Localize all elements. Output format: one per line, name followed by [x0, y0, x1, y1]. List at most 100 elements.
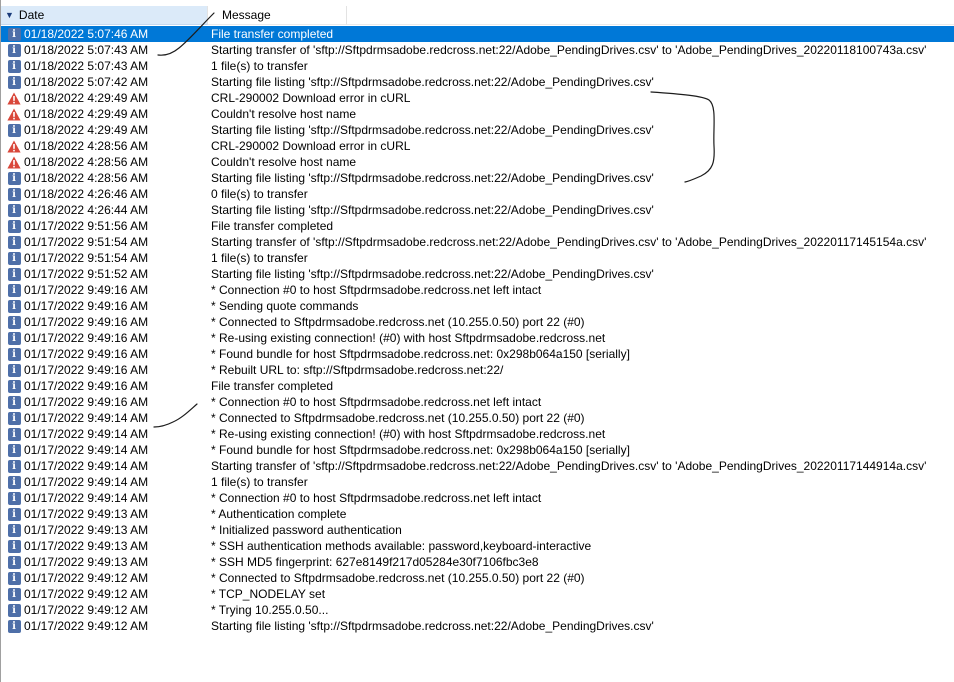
log-message: File transfer completed	[211, 219, 334, 233]
log-row[interactable]: i 01/18/2022 5:07:42 AM Starting file list…	[1, 74, 954, 90]
log-row[interactable]: i 01/17/2022 9:51:52 AM Starting file list…	[1, 266, 954, 282]
log-row[interactable]: i 01/18/2022 5:07:43 AM Starting transfer …	[1, 42, 954, 58]
log-row[interactable]: i 01/17/2022 9:49:14 AM * Connected to Sft…	[1, 410, 954, 426]
log-date: 01/18/2022 5:07:43 AM	[24, 43, 149, 57]
info-icon: i	[7, 571, 21, 585]
log-row[interactable]: i 01/18/2022 4:28:56 AM Starting file list…	[1, 170, 954, 186]
info-icon: i	[7, 331, 21, 345]
log-message: * Connection #0 to host Sftpdrmsadobe.re…	[211, 283, 542, 297]
log-row[interactable]: i 01/17/2022 9:49:14 AM Starting transfer …	[1, 458, 954, 474]
log-date: 01/18/2022 5:07:42 AM	[24, 75, 149, 89]
info-icon: i	[7, 315, 21, 329]
log-message: Starting file listing 'sftp://Sftpdrmsad…	[211, 171, 654, 185]
log-message: Starting transfer of 'sftp://Sftpdrmsado…	[211, 459, 927, 473]
log-date: 01/17/2022 9:49:13 AM	[24, 523, 149, 537]
info-icon: i	[7, 507, 21, 521]
warning-icon	[7, 107, 21, 121]
log-message: * Initialized password authentication	[211, 523, 402, 537]
date-column-label: Date	[18, 8, 45, 22]
info-icon: i	[7, 427, 21, 441]
log-row[interactable]: i 01/17/2022 9:49:14 AM * Found bundle for…	[1, 442, 954, 458]
column-header-row: ▼ Date Message	[1, 6, 954, 25]
log-viewer: ▼ Date Message i 01/18/2022 5:07:46 AM Fil…	[0, 0, 954, 682]
log-row[interactable]: i 01/17/2022 9:49:16 AM * Connection #0 to…	[1, 394, 954, 410]
log-message: 0 file(s) to transfer	[211, 187, 308, 201]
log-row[interactable]: i 01/17/2022 9:49:16 AM File transfer comp…	[1, 378, 954, 394]
log-message: Starting transfer of 'sftp://Sftpdrmsado…	[211, 43, 927, 57]
log-date: 01/17/2022 9:49:12 AM	[24, 587, 149, 601]
log-date: 01/18/2022 4:29:49 AM	[24, 123, 149, 137]
log-message: 1 file(s) to transfer	[211, 475, 308, 489]
log-message: Starting file listing 'sftp://Sftpdrmsad…	[211, 619, 654, 633]
log-row[interactable]: i 01/17/2022 9:49:16 AM * Sending quote co…	[1, 298, 954, 314]
log-message: * SSH MD5 fingerprint: 627e8149f217d0528…	[211, 555, 539, 569]
log-date: 01/18/2022 4:28:56 AM	[24, 171, 149, 185]
log-date: 01/17/2022 9:51:54 AM	[24, 251, 149, 265]
log-message: * Re-using existing connection! (#0) wit…	[211, 427, 606, 441]
log-row[interactable]: i 01/17/2022 9:51:56 AM File transfer comp…	[1, 218, 954, 234]
info-icon: i	[7, 395, 21, 409]
log-date: 01/17/2022 9:49:14 AM	[24, 459, 149, 473]
info-icon: i	[7, 555, 21, 569]
log-row[interactable]: i 01/17/2022 9:49:13 AM * Initialized pass…	[1, 522, 954, 538]
log-row[interactable]: i 01/17/2022 9:49:16 AM * Found bundle for…	[1, 346, 954, 362]
log-row[interactable]: i 01/18/2022 4:29:49 AM Starting file list…	[1, 122, 954, 138]
date-column-header[interactable]: ▼ Date	[1, 6, 208, 25]
message-column-label: Message	[222, 8, 271, 22]
log-row[interactable]: i 01/17/2022 9:49:16 AM * Re-using existin…	[1, 330, 954, 346]
info-icon: i	[7, 347, 21, 361]
info-icon: i	[7, 443, 21, 457]
log-date: 01/18/2022 4:29:49 AM	[24, 91, 149, 105]
info-icon: i	[7, 123, 21, 137]
log-row[interactable]: i 01/17/2022 9:49:13 AM * SSH MD5 fingerpr…	[1, 554, 954, 570]
log-row[interactable]: i 01/17/2022 9:49:13 AM * Authentication c…	[1, 506, 954, 522]
log-row[interactable]: i 01/17/2022 9:49:16 AM * Rebuilt URL to: …	[1, 362, 954, 378]
log-message: * Sending quote commands	[211, 299, 359, 313]
log-row[interactable]: i 01/17/2022 9:49:12 AM * Trying 10.255.0.…	[1, 602, 954, 618]
log-message: * SSH authentication methods available: …	[211, 539, 592, 553]
log-message: Starting file listing 'sftp://Sftpdrmsad…	[211, 267, 654, 281]
log-row[interactable]: i 01/18/2022 5:07:46 AM File transfer comp…	[1, 26, 954, 42]
log-row[interactable]: i 01/17/2022 9:51:54 AM Starting transfer …	[1, 234, 954, 250]
log-row[interactable]: i 01/17/2022 9:49:12 AM * Connected to Sft…	[1, 570, 954, 586]
log-row[interactable]: i 01/17/2022 9:49:12 AM * TCP_NODELAY set	[1, 586, 954, 602]
warning-icon	[7, 91, 21, 105]
info-icon: i	[7, 27, 21, 41]
log-row[interactable]: i 01/18/2022 4:26:46 AM 0 file(s) to trans…	[1, 186, 954, 202]
info-icon: i	[7, 235, 21, 249]
log-row[interactable]: 01/18/2022 4:28:56 AM Couldn't resolve ho…	[1, 154, 954, 170]
log-row[interactable]: i 01/17/2022 9:49:14 AM * Re-using existin…	[1, 426, 954, 442]
log-message: * Connected to Sftpdrmsadobe.redcross.ne…	[211, 315, 585, 329]
log-row[interactable]: i 01/17/2022 9:51:54 AM 1 file(s) to trans…	[1, 250, 954, 266]
message-column-header[interactable]: Message	[208, 6, 347, 25]
log-row[interactable]: i 01/17/2022 9:49:12 AM Starting file list…	[1, 618, 954, 634]
log-row[interactable]: i 01/17/2022 9:49:14 AM 1 file(s) to trans…	[1, 474, 954, 490]
log-message: 1 file(s) to transfer	[211, 59, 308, 73]
log-date: 01/17/2022 9:49:12 AM	[24, 603, 149, 617]
log-entries-list: i 01/18/2022 5:07:46 AM File transfer comp…	[1, 26, 954, 634]
log-row[interactable]: i 01/17/2022 9:49:14 AM * Connection #0 to…	[1, 490, 954, 506]
log-row[interactable]: i 01/18/2022 5:07:43 AM 1 file(s) to trans…	[1, 58, 954, 74]
log-row[interactable]: 01/18/2022 4:29:49 AM Couldn't resolve ho…	[1, 106, 954, 122]
log-row[interactable]: i 01/18/2022 4:26:44 AM Starting file list…	[1, 202, 954, 218]
info-icon: i	[7, 491, 21, 505]
log-date: 01/17/2022 9:51:52 AM	[24, 267, 149, 281]
log-message: CRL-290002 Download error in cURL	[211, 91, 411, 105]
info-icon: i	[7, 475, 21, 489]
log-message: Starting file listing 'sftp://Sftpdrmsad…	[211, 203, 654, 217]
log-date: 01/18/2022 4:26:46 AM	[24, 187, 149, 201]
log-date: 01/18/2022 5:07:46 AM	[24, 27, 149, 41]
log-row[interactable]: i 01/17/2022 9:49:16 AM * Connected to Sft…	[1, 314, 954, 330]
log-date: 01/17/2022 9:49:16 AM	[24, 363, 149, 377]
log-date: 01/17/2022 9:49:14 AM	[24, 443, 149, 457]
info-icon: i	[7, 539, 21, 553]
info-icon: i	[7, 603, 21, 617]
log-date: 01/17/2022 9:49:16 AM	[24, 315, 149, 329]
warning-icon	[7, 139, 21, 153]
log-row[interactable]: i 01/17/2022 9:49:16 AM * Connection #0 to…	[1, 282, 954, 298]
log-row[interactable]: i 01/17/2022 9:49:13 AM * SSH authenticati…	[1, 538, 954, 554]
log-row[interactable]: 01/18/2022 4:29:49 AM CRL-290002 Download…	[1, 90, 954, 106]
log-row[interactable]: 01/18/2022 4:28:56 AM CRL-290002 Download…	[1, 138, 954, 154]
log-date: 01/18/2022 5:07:43 AM	[24, 59, 149, 73]
log-message: * Found bundle for host Sftpdrmsadobe.re…	[211, 443, 630, 457]
